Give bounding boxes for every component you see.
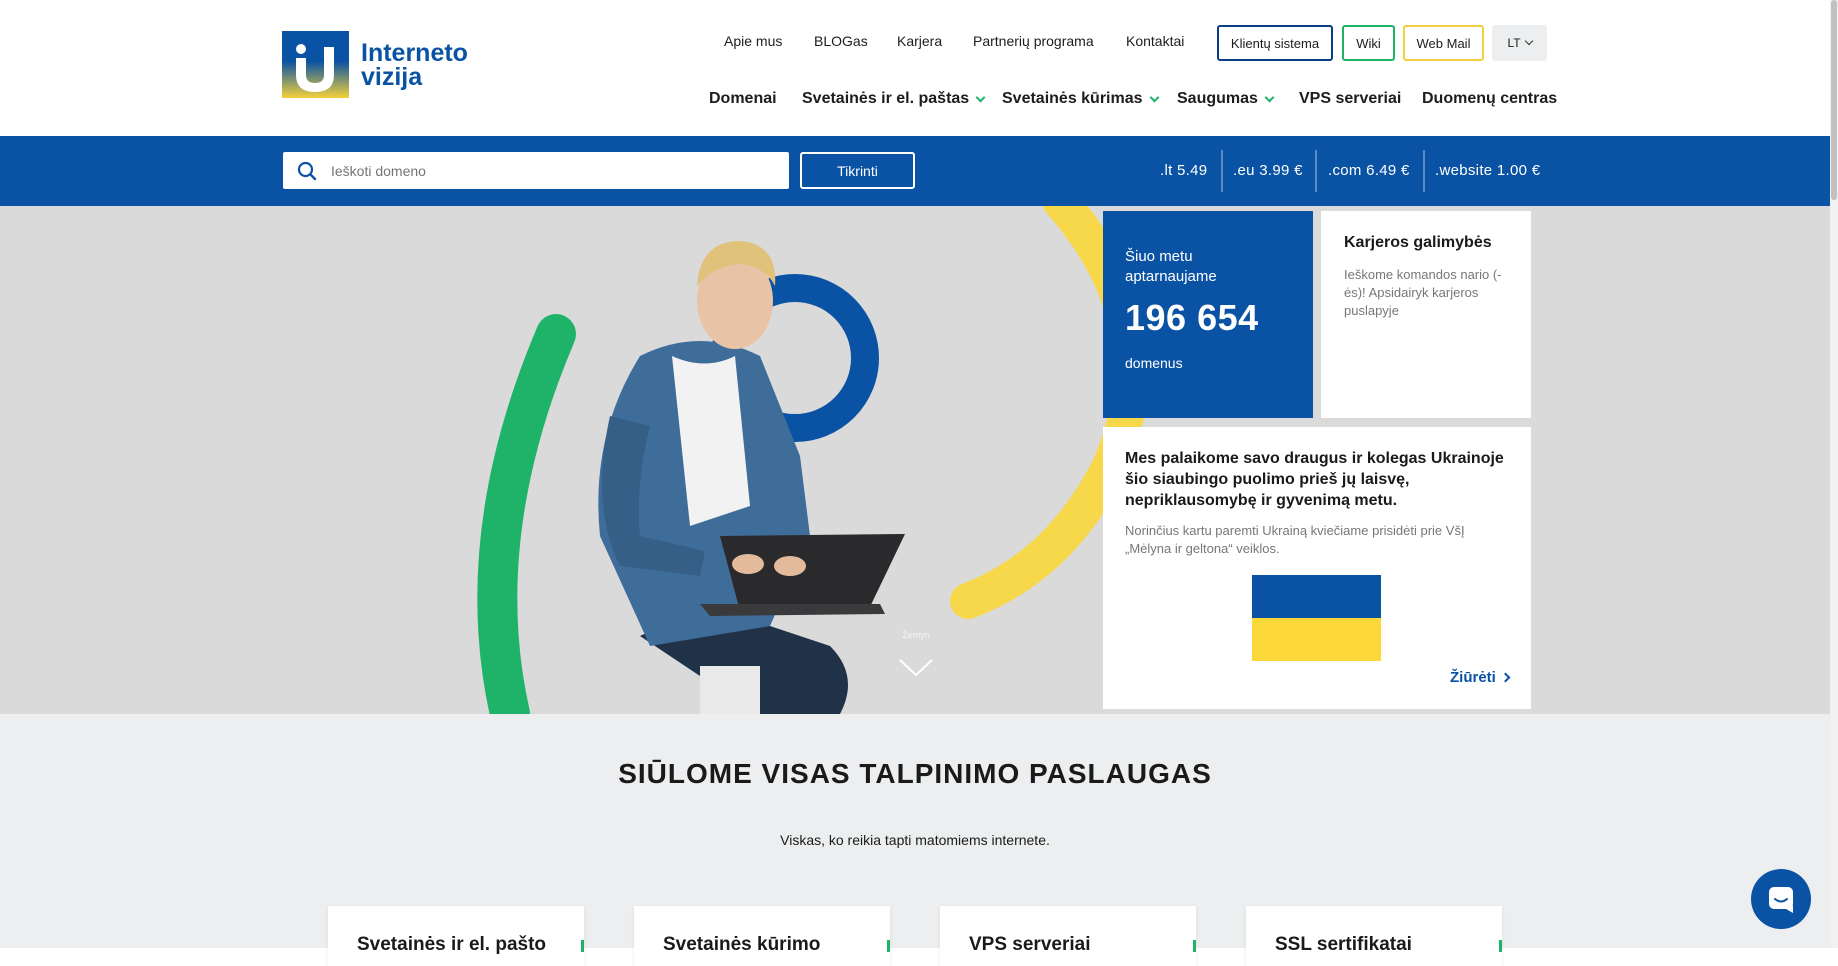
price-divider [1315, 150, 1317, 192]
menu-vps[interactable]: VPS serveriai [1299, 90, 1401, 108]
scroll-down-chevron-icon[interactable] [898, 657, 934, 679]
stat-unit: domenus [1125, 355, 1183, 371]
menu-label: Saugumas [1177, 90, 1258, 107]
service-card-web-development[interactable]: Svetainės kūrimo [634, 906, 890, 966]
ukraine-flag [1252, 575, 1381, 661]
card-accent [581, 940, 584, 952]
price-com[interactable]: .com 6.49 € [1328, 162, 1410, 179]
chat-button[interactable] [1751, 869, 1811, 929]
chat-icon [1769, 887, 1793, 913]
price-divider [1423, 150, 1425, 192]
hero-section: Žemyn Šiuo metu aptarnaujame 196 654 dom… [0, 206, 1830, 714]
careers-title: Karjeros galimybės [1344, 234, 1492, 251]
language-label: LT [1507, 36, 1521, 50]
chevron-down-icon [975, 92, 986, 102]
services-subtitle: Viskas, ko reikia tapti matomiems intern… [780, 832, 1050, 848]
menu-label: Svetainės ir el. paštas [802, 90, 970, 107]
menu-data-center[interactable]: Duomenų centras [1422, 90, 1557, 108]
domain-search-bar: Tikrinti .lt 5.49 .eu 3.99 € .com 6.49 €… [0, 136, 1830, 206]
careers-panel[interactable]: Karjeros galimybės Ieškome komandos nari… [1321, 211, 1531, 418]
service-card-hosting[interactable]: Svetainės ir el. pašto [328, 906, 584, 966]
ukraine-support-panel: Mes palaikome savo draugus ir kolegas Uk… [1103, 427, 1531, 709]
price-website[interactable]: .website 1.00 € [1435, 162, 1540, 179]
language-select[interactable]: LT [1492, 25, 1547, 61]
site-header: Interneto vizija Apie mus BLOGas Karjera… [0, 0, 1838, 136]
search-box[interactable] [283, 152, 789, 189]
stat-intro: Šiuo metu aptarnaujame [1125, 247, 1217, 287]
nav-careers[interactable]: Karjera [897, 33, 942, 49]
card-accent [887, 940, 890, 952]
chevron-down-icon [1524, 36, 1533, 46]
price-divider [1221, 150, 1223, 192]
logo-line-2: vizija [361, 62, 423, 91]
chevron-down-icon [1149, 92, 1159, 102]
services-title: SIŪLOME VISAS TALPINIMO PASLAUGAS [618, 758, 1212, 789]
ukraine-title: Mes palaikome savo draugus ir kolegas Uk… [1125, 450, 1504, 509]
ukraine-view-link[interactable]: Žiūrėti [1450, 669, 1511, 686]
service-card-vps[interactable]: VPS serveriai [940, 906, 1196, 966]
logo-mark [282, 31, 349, 98]
service-card-title: Svetainės kūrimo [663, 934, 821, 955]
menu-label: Domenai [709, 90, 777, 107]
wiki-button[interactable]: Wiki [1342, 25, 1395, 61]
menu-label: Duomenų centras [1422, 90, 1558, 107]
nav-blog[interactable]: BLOGas [814, 33, 868, 49]
logo-line-1: Interneto [361, 38, 468, 67]
domain-search-input[interactable] [331, 162, 771, 179]
service-card-title: SSL sertifikatai [1275, 934, 1412, 955]
domains-stat-panel: Šiuo metu aptarnaujame 196 654 domenus [1103, 211, 1313, 418]
menu-security[interactable]: Saugumas [1177, 90, 1275, 108]
webmail-button[interactable]: Web Mail [1403, 25, 1484, 61]
menu-label: VPS serveriai [1299, 90, 1402, 107]
view-link-label: Žiūrėti [1450, 669, 1496, 686]
scroll-down-label: Žemyn [902, 630, 930, 640]
nav-about[interactable]: Apie mus [724, 33, 782, 49]
search-icon [297, 161, 317, 181]
stat-line-2: aptarnaujame [1125, 268, 1217, 285]
service-card-title: Svetainės ir el. pašto [357, 934, 547, 955]
stat-line-1: Šiuo metu [1125, 248, 1193, 265]
card-accent [1499, 940, 1502, 952]
check-domain-button[interactable]: Tikrinti [800, 152, 915, 189]
scrollbar-thumb[interactable] [1831, 0, 1837, 200]
client-system-button[interactable]: Klientų sistema [1217, 25, 1333, 61]
menu-domains[interactable]: Domenai [709, 90, 777, 108]
service-card-title: VPS serveriai [969, 934, 1091, 955]
stat-number: 196 654 [1125, 297, 1259, 338]
logo-text: Interneto vizija [361, 38, 468, 91]
price-lt[interactable]: .lt 5.49 [1160, 162, 1207, 179]
logo[interactable]: Interneto vizija [282, 31, 472, 98]
price-eu[interactable]: .eu 3.99 € [1233, 162, 1303, 179]
nav-contacts[interactable]: Kontaktai [1126, 33, 1184, 49]
careers-text: Ieškome komandos nario (-ės)! Apsidairyk… [1344, 267, 1502, 318]
chevron-down-icon [1264, 92, 1275, 102]
chevron-right-icon [1500, 672, 1511, 683]
menu-label: Svetainės kūrimas [1002, 90, 1143, 107]
card-accent [1193, 940, 1196, 952]
menu-hosting[interactable]: Svetainės ir el. paštas [802, 90, 986, 108]
service-card-ssl[interactable]: SSL sertifikatai [1246, 906, 1502, 966]
services-section [0, 714, 1830, 948]
nav-partners[interactable]: Partnerių programa [973, 33, 1094, 49]
menu-web-development[interactable]: Svetainės kūrimas [1002, 90, 1159, 108]
ukraine-text: Norinčius kartu paremti Ukrainą kviečiam… [1125, 523, 1465, 556]
